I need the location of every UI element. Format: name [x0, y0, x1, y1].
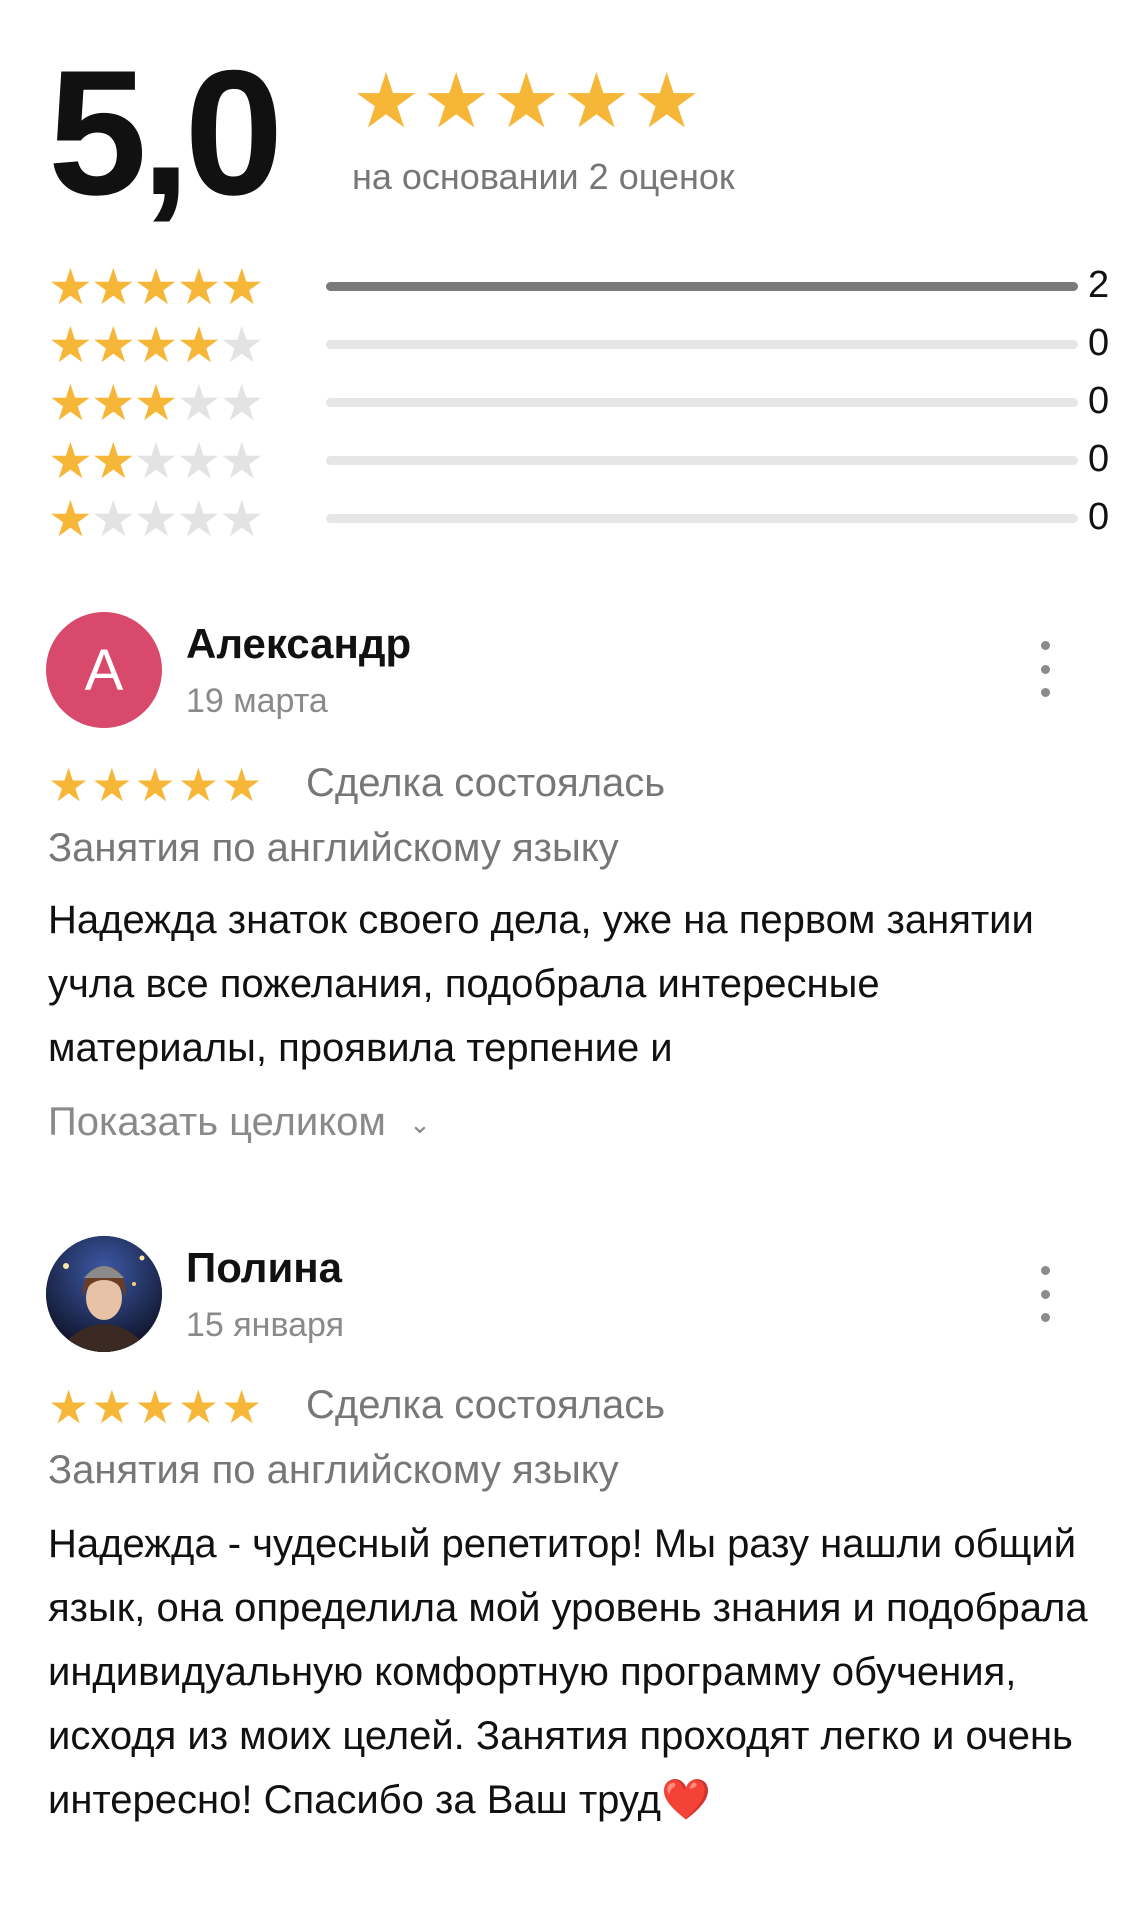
summary-stars: ★★★★★	[352, 58, 703, 145]
star-empty-icon: ★	[219, 491, 264, 547]
star-icon: ★	[133, 259, 179, 315]
rating-score: 5,0	[48, 33, 283, 232]
distribution-count: 0	[1088, 496, 1110, 538]
star-icon: ★	[134, 1381, 178, 1433]
star-icon: ★	[177, 1381, 221, 1433]
star-icon: ★	[221, 759, 265, 811]
star-empty-icon: ★	[133, 491, 179, 547]
avatar-letter: А	[84, 637, 124, 703]
review-stars: ★★★★★	[48, 1380, 264, 1434]
deal-status: Сделка состоялась	[306, 1383, 666, 1427]
distribution-row-4: ★★★★★ 0	[48, 316, 1109, 374]
star-icon: ★	[48, 259, 93, 315]
row-stars: ★★★★★	[48, 316, 264, 374]
star-icon: ★	[48, 317, 93, 373]
star-icon: ★	[90, 433, 136, 489]
star-icon: ★	[48, 1381, 92, 1433]
star-empty-icon: ★	[219, 433, 264, 489]
star-icon: ★	[133, 375, 179, 431]
star-icon: ★	[48, 759, 92, 811]
star-empty-icon: ★	[219, 375, 264, 431]
reviewer-name[interactable]: Полина	[186, 1244, 342, 1292]
star-empty-icon: ★	[176, 375, 221, 431]
distribution-count: 0	[1088, 322, 1110, 364]
distribution-count: 2	[1088, 264, 1110, 306]
star-icon: ★	[48, 375, 93, 431]
review-text: Надежда знаток своего дела, уже на перво…	[48, 898, 1034, 1070]
star-icon: ★	[352, 59, 423, 144]
distribution-bar	[326, 282, 1078, 291]
star-empty-icon: ★	[219, 317, 264, 373]
star-empty-icon: ★	[176, 491, 221, 547]
distribution-bar	[326, 398, 1078, 407]
heart-icon: ❤️	[660, 1778, 711, 1822]
distribution-bar-fill	[326, 282, 1078, 291]
service-name: Занятия по английскому языку	[48, 826, 619, 870]
star-icon: ★	[90, 317, 136, 373]
star-icon: ★	[632, 59, 703, 144]
more-options-icon[interactable]	[1030, 641, 1060, 697]
star-icon: ★	[492, 59, 563, 144]
review-stars: ★★★★★	[48, 758, 264, 812]
star-icon: ★	[133, 317, 179, 373]
star-empty-icon: ★	[176, 433, 221, 489]
star-icon: ★	[176, 259, 221, 315]
star-icon: ★	[91, 1381, 135, 1433]
row-stars: ★★★★★	[48, 374, 264, 432]
star-icon: ★	[422, 59, 493, 144]
chevron-down-icon: ⌄	[409, 1108, 431, 1139]
star-icon: ★	[48, 433, 93, 489]
star-icon: ★	[176, 317, 221, 373]
more-options-icon[interactable]	[1030, 1266, 1060, 1322]
distribution-count: 0	[1088, 380, 1110, 422]
star-icon: ★	[134, 759, 178, 811]
avatar[interactable]: А	[46, 612, 162, 728]
avatar[interactable]	[46, 1236, 162, 1352]
distribution-row-5: ★★★★★ 2	[48, 258, 1109, 316]
distribution-row-3: ★★★★★ 0	[48, 374, 1109, 432]
star-icon: ★	[562, 59, 633, 144]
star-icon: ★	[48, 491, 93, 547]
review-date: 19 марта	[186, 682, 328, 720]
star-icon: ★	[219, 259, 264, 315]
distribution-row-2: ★★★★★ 0	[48, 432, 1109, 490]
star-empty-icon: ★	[133, 433, 179, 489]
distribution-count: 0	[1088, 438, 1110, 480]
review-text-block: Надежда - чудесный репетитор! Мы разу на…	[48, 1512, 1108, 1832]
distribution-bar	[326, 456, 1078, 465]
show-more-label: Показать целиком	[48, 1100, 386, 1144]
star-empty-icon: ★	[90, 491, 136, 547]
star-icon: ★	[90, 375, 136, 431]
review-text: Надежда - чудесный репетитор! Мы разу на…	[48, 1522, 1088, 1822]
distribution-row-1: ★★★★★ 0	[48, 490, 1109, 548]
row-stars: ★★★★★	[48, 258, 264, 316]
reviewer-name[interactable]: Александр	[186, 620, 411, 668]
distribution-bar	[326, 514, 1078, 523]
row-stars: ★★★★★	[48, 432, 264, 490]
distribution-bar	[326, 340, 1078, 349]
show-more-button[interactable]: Показать целиком ⌄	[48, 1100, 431, 1145]
service-name: Занятия по английскому языку	[48, 1448, 619, 1492]
star-icon: ★	[221, 1381, 265, 1433]
avatar-photo	[46, 1236, 162, 1352]
star-icon: ★	[177, 759, 221, 811]
rating-caption: на основании 2 оценок	[352, 156, 735, 197]
star-icon: ★	[91, 759, 135, 811]
deal-status: Сделка состоялась	[306, 761, 666, 805]
star-icon: ★	[90, 259, 136, 315]
row-stars: ★★★★★	[48, 490, 264, 548]
review-date: 15 января	[186, 1306, 344, 1344]
